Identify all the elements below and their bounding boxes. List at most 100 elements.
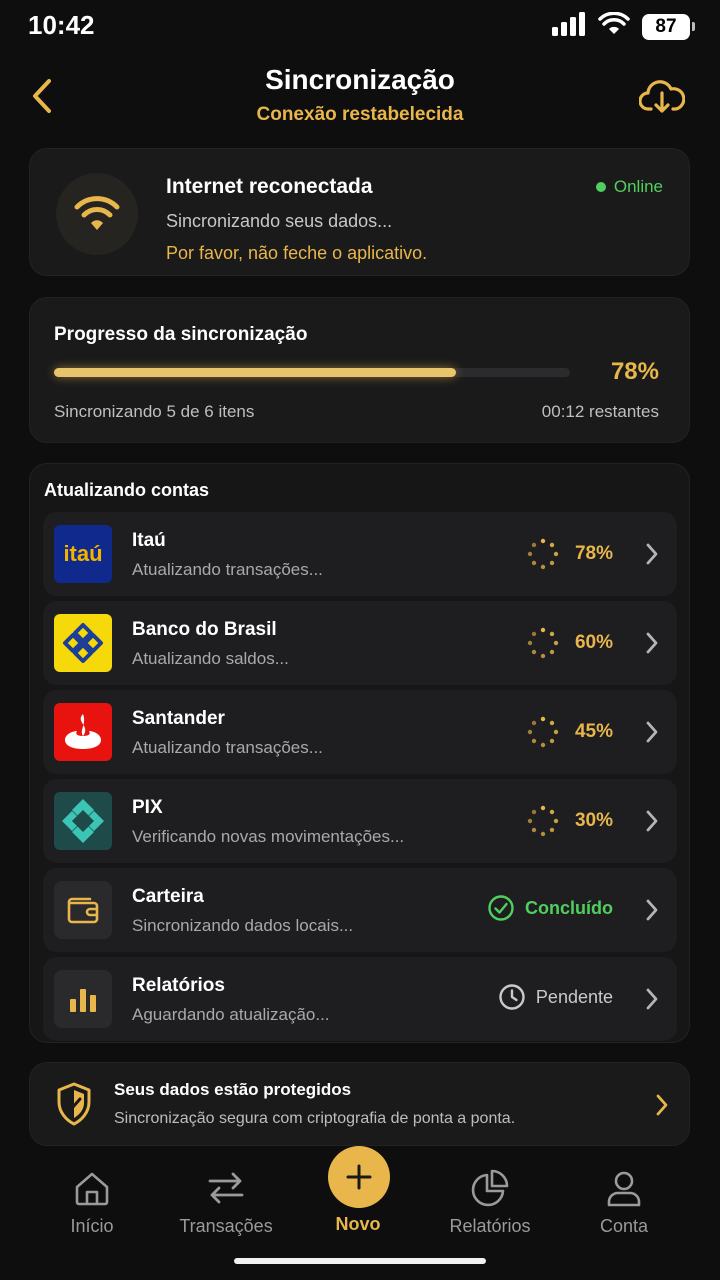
accounts-section: Atualizando contas itaú Itaú Atualizando… (29, 463, 690, 1043)
loading-spinner-icon (527, 538, 559, 570)
transfer-arrows-icon (208, 1172, 244, 1204)
security-description: Sincronização segura com criptografia de… (114, 1110, 516, 1127)
nav-account-label: Conta (599, 1216, 649, 1236)
check-circle-icon (488, 895, 514, 921)
reports-badge (54, 970, 112, 1028)
account-description: Verificando novas movimentações... (132, 827, 405, 846)
nav-transactions[interactable]: Transações (161, 1164, 291, 1237)
nav-transactions-label: Transações (179, 1216, 273, 1236)
account-name: Banco do Brasil (132, 619, 277, 640)
security-card[interactable]: Seus dados estão protegidos Sincronizaçã… (29, 1062, 690, 1146)
chevron-right-icon (646, 543, 658, 565)
pix-logo (54, 792, 112, 850)
nav-home[interactable]: Início (27, 1164, 157, 1237)
progress-percent: 78% (610, 358, 659, 385)
user-icon (607, 1171, 641, 1207)
wallet-badge (54, 881, 112, 939)
chevron-right-icon (646, 988, 658, 1010)
account-row-carteira[interactable]: Carteira Sincronizando dados locais... C… (43, 868, 677, 952)
account-name: Santander (132, 708, 225, 729)
nav-home-label: Início (70, 1216, 114, 1236)
account-row-itau[interactable]: itaú Itaú Atualizando transações... 78% (43, 512, 677, 596)
battery-indicator: 87 (642, 13, 695, 40)
progress-bar-fill (54, 368, 457, 377)
account-status-value: 60% (574, 632, 613, 653)
loading-spinner-icon (527, 805, 559, 837)
wifi-icon (74, 196, 120, 230)
account-status-value: Concluído (525, 897, 613, 918)
progress-items-count: Sincronizando 5 de 6 itens (54, 402, 255, 421)
status-bar: 10:42 87 (0, 0, 720, 54)
sync-progress-card: Progresso da sincronização 78% Sincroniz… (29, 297, 690, 443)
online-dot-icon (595, 182, 606, 192)
account-row-banco-do-brasil[interactable]: Banco do Brasil Atualizando saldos... 60… (43, 601, 677, 685)
account-status: 78% (527, 538, 613, 570)
header: Sincronização Conexão restabelecida (0, 60, 720, 140)
account-description: Atualizando transações... (132, 560, 323, 579)
chevron-right-icon (646, 632, 658, 654)
connection-warning: Por favor, não feche o aplicativo. (166, 243, 428, 263)
home-indicator (234, 1258, 486, 1264)
account-name: Carteira (132, 886, 204, 907)
chevron-right-icon (646, 721, 658, 743)
shield-icon (57, 1082, 91, 1126)
account-status: 30% (527, 805, 613, 837)
status-icons: 87 (552, 11, 695, 41)
online-status-label: Online (613, 177, 663, 196)
status-time: 10:42 (28, 10, 95, 40)
account-description: Atualizando saldos... (132, 649, 289, 668)
banco-do-brasil-logo (54, 614, 112, 672)
connection-description: Sincronizando seus dados... (166, 211, 393, 231)
account-name: Itaú (132, 530, 166, 551)
nav-new-label[interactable]: Novo (293, 1214, 423, 1235)
santander-logo (54, 703, 112, 761)
account-status: 60% (527, 627, 613, 659)
account-name: Relatórios (132, 975, 225, 996)
nav-account[interactable]: Conta (559, 1164, 689, 1237)
security-title: Seus dados estão protegidos (114, 1080, 352, 1099)
itau-logo: itaú (54, 525, 112, 583)
loading-spinner-icon (527, 716, 559, 748)
clock-icon (499, 984, 525, 1010)
home-icon (75, 1172, 109, 1206)
chevron-right-icon (656, 1094, 668, 1116)
account-status: 45% (527, 716, 613, 748)
account-status-value: 78% (574, 543, 613, 564)
account-status: Concluído (487, 894, 613, 922)
pie-chart-icon (471, 1169, 509, 1207)
online-status-badge: Online (595, 177, 663, 197)
account-row-santander[interactable]: Santander Atualizando transações... 45% (43, 690, 677, 774)
account-status-value: 30% (574, 810, 613, 831)
progress-title: Progresso da sincronização (54, 324, 308, 345)
account-row-relatorios[interactable]: Relatórios Aguardando atualização... Pen… (43, 957, 677, 1041)
account-name: PIX (132, 797, 163, 818)
cellular-signal-icon (552, 12, 586, 41)
chevron-right-icon (646, 810, 658, 832)
bar-chart-icon (70, 989, 96, 1012)
loading-spinner-icon (527, 627, 559, 659)
account-description: Sincronizando dados locais... (132, 916, 354, 935)
account-status-value: Pendente (535, 986, 613, 1007)
page-title: Sincronização (265, 64, 455, 95)
account-row-pix[interactable]: PIX Verificando novas movimentações... 3… (43, 779, 677, 863)
plus-icon (346, 1164, 372, 1190)
new-button[interactable] (328, 1146, 390, 1208)
nav-reports-label: Relatórios (449, 1216, 531, 1236)
progress-time-remaining: 00:12 restantes (541, 402, 659, 421)
cloud-download-button[interactable] (638, 74, 686, 118)
nav-reports[interactable]: Relatórios (425, 1164, 555, 1237)
account-description: Aguardando atualização... (132, 1005, 330, 1024)
page-subtitle: Conexão restabelecida (256, 104, 464, 125)
account-status-value: 45% (574, 721, 613, 742)
cloud-download-icon (639, 80, 685, 113)
account-status: Pendente (498, 983, 613, 1011)
wifi-badge (56, 173, 138, 255)
accounts-title: Atualizando contas (44, 480, 210, 500)
connection-card: Internet reconectada Sincronizando seus … (29, 148, 690, 276)
wifi-status-icon (598, 11, 630, 41)
progress-bar (54, 368, 570, 377)
connection-title: Internet reconectada (166, 175, 373, 198)
chevron-right-icon (646, 899, 658, 921)
wallet-icon (67, 897, 99, 924)
account-description: Atualizando transações... (132, 738, 323, 757)
